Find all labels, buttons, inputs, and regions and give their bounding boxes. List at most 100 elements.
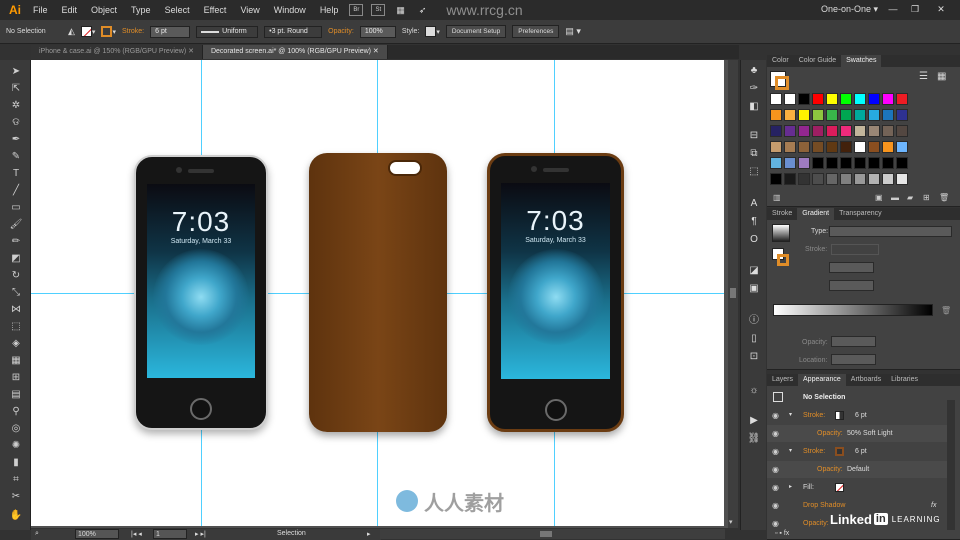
stroke-swatch-indicator[interactable] [775, 76, 789, 90]
actions-play-icon[interactable]: ▶ [747, 415, 761, 427]
color-swatch[interactable] [896, 141, 908, 153]
next-artboard-arrows-icon[interactable]: ▸ ▸| [195, 530, 206, 538]
color-swatch[interactable] [854, 141, 866, 153]
appearance-row-stroke[interactable]: ◉ ▾ Stroke: 6 pt [767, 443, 947, 460]
menu-edit[interactable]: Edit [55, 0, 85, 20]
color-swatch[interactable] [798, 141, 810, 153]
color-swatch[interactable] [798, 125, 810, 137]
appearance-row-opacity[interactable]: ◉ Opacity: Default [767, 461, 947, 478]
gradient-stroke-swatch[interactable] [777, 254, 789, 266]
tab-transparency[interactable]: Transparency [834, 208, 887, 220]
appearance-row-opacity[interactable]: ◉ Opacity: 50% Soft Light [767, 425, 947, 442]
arrange-documents-icon[interactable]: ▦ [389, 0, 412, 20]
color-swatch[interactable] [826, 93, 838, 105]
prev-artboard-arrows-icon[interactable]: |◂ ◂ [131, 530, 142, 538]
style-swatch[interactable]: ▾ [425, 26, 440, 37]
appearance-row-stroke[interactable]: ◉ ▾ Stroke: 6 pt [767, 407, 947, 424]
free-transform-tool-icon[interactable]: ⬚ [9, 321, 23, 333]
menu-window[interactable]: Window [267, 0, 313, 20]
artboard-tool-icon[interactable]: ⌗ [9, 474, 23, 486]
color-swatch[interactable] [854, 157, 866, 169]
visibility-eye-icon[interactable]: ◉ [772, 479, 779, 496]
scroll-thumb[interactable] [540, 531, 552, 537]
color-icon[interactable]: ◪ [747, 265, 761, 277]
transform-icon[interactable]: ⬚ [747, 166, 761, 178]
delete-stop-icon[interactable]: 🗑 [941, 306, 951, 315]
maximize-button[interactable]: ❐ [906, 2, 924, 16]
stock-button[interactable]: St [371, 4, 386, 16]
type-tool-icon[interactable]: T [9, 168, 23, 180]
visibility-eye-icon[interactable]: ◉ [772, 443, 779, 460]
fill-row-label[interactable]: Fill: [803, 479, 814, 496]
graphic-styles-icon[interactable]: ◧ [747, 101, 761, 113]
color-swatch[interactable] [826, 109, 838, 121]
gradient-slider[interactable] [773, 304, 933, 316]
folder-icon[interactable]: ▰ [907, 193, 913, 202]
color-swatch[interactable] [868, 141, 880, 153]
color-swatch[interactable] [812, 141, 824, 153]
menu-select[interactable]: Select [158, 0, 197, 20]
gradient-aspect-input[interactable] [829, 280, 874, 291]
gradient-type-select[interactable] [829, 226, 952, 237]
gradient-opacity-input[interactable] [831, 336, 876, 347]
rotate-tool-icon[interactable]: ↻ [9, 270, 23, 282]
opacity-input[interactable]: 100% [359, 25, 396, 38]
stroke-row-label[interactable]: Stroke: [803, 407, 825, 424]
color-swatch[interactable] [812, 157, 824, 169]
color-swatch[interactable] [868, 93, 880, 105]
brush-select[interactable]: • 3 pt. Round [264, 25, 323, 38]
color-swatch[interactable] [868, 125, 880, 137]
visibility-eye-icon[interactable]: ◉ [772, 425, 779, 442]
color-swatch[interactable] [840, 109, 852, 121]
tab-iphone-case[interactable]: iPhone & case.ai @ 150% (RGB/GPU Preview… [31, 45, 203, 59]
artboard-number-input[interactable]: 1 [153, 529, 187, 539]
delete-swatch-icon[interactable]: 🗑 [939, 193, 949, 202]
list-view-icon[interactable]: ☰ [919, 71, 928, 82]
swatch-options-icon[interactable]: ▣ [875, 193, 883, 202]
color-swatch[interactable] [770, 125, 782, 137]
color-swatch[interactable] [770, 141, 782, 153]
pathfinder-icon[interactable]: ⧉ [747, 148, 761, 160]
color-swatch[interactable] [784, 109, 796, 121]
iphone-mockup[interactable]: 7:03 Saturday, March 33 [134, 155, 268, 430]
direct-selection-tool-icon[interactable]: ⇱ [9, 83, 23, 95]
color-swatch[interactable] [896, 125, 908, 137]
color-swatch[interactable] [896, 109, 908, 121]
color-swatch[interactable] [770, 157, 782, 169]
lasso-tool-icon[interactable]: ଡ [9, 117, 23, 129]
gradient-angle-input[interactable] [829, 262, 874, 273]
color-swatch[interactable] [770, 173, 782, 185]
column-graph-tool-icon[interactable]: ▮ [9, 457, 23, 469]
tab-artboards[interactable]: Artboards [846, 374, 886, 386]
stroke-weight-input[interactable]: 6 pt [150, 25, 191, 38]
rectangle-tool-icon[interactable]: ▭ [9, 202, 23, 214]
stroke-swatch[interactable]: ▾ [101, 26, 116, 37]
appearance-icon[interactable]: ◭ [68, 26, 75, 37]
shape-builder-tool-icon[interactable]: ◈ [9, 338, 23, 350]
paintbrush-tool-icon[interactable]: 🖌 [9, 219, 23, 231]
swatch-libraries-icon[interactable]: ▥ [773, 193, 781, 202]
color-swatch[interactable] [868, 109, 880, 121]
color-swatch[interactable] [868, 173, 880, 185]
color-swatch[interactable] [812, 109, 824, 121]
menu-object[interactable]: Object [84, 0, 124, 20]
color-swatch[interactable] [770, 109, 782, 121]
color-swatch[interactable] [784, 93, 796, 105]
color-swatch[interactable] [840, 141, 852, 153]
opacity-label[interactable]: Opacity: [328, 28, 354, 35]
color-swatch[interactable] [854, 125, 866, 137]
color-swatch[interactable] [882, 141, 894, 153]
gradient-tool-icon[interactable]: ▤ [9, 389, 23, 401]
scroll-thumb[interactable] [730, 288, 736, 298]
iphone-in-case-mockup[interactable]: 7:03 Saturday, March 33 [487, 153, 624, 432]
color-swatch[interactable] [854, 109, 866, 121]
appearance-row-fill[interactable]: ◉ ▸ Fill: [767, 479, 947, 496]
eraser-tool-icon[interactable]: ◩ [9, 253, 23, 265]
pen-tool-icon[interactable]: ✒ [9, 134, 23, 146]
minimize-button[interactable]: — [884, 2, 902, 16]
gradient-location-input[interactable] [831, 354, 876, 365]
close-button[interactable]: ✕ [932, 2, 950, 16]
stroke-brown-swatch[interactable] [835, 447, 844, 456]
color-swatch[interactable] [896, 93, 908, 105]
opacity-row-label[interactable]: Opacity: [817, 461, 843, 478]
